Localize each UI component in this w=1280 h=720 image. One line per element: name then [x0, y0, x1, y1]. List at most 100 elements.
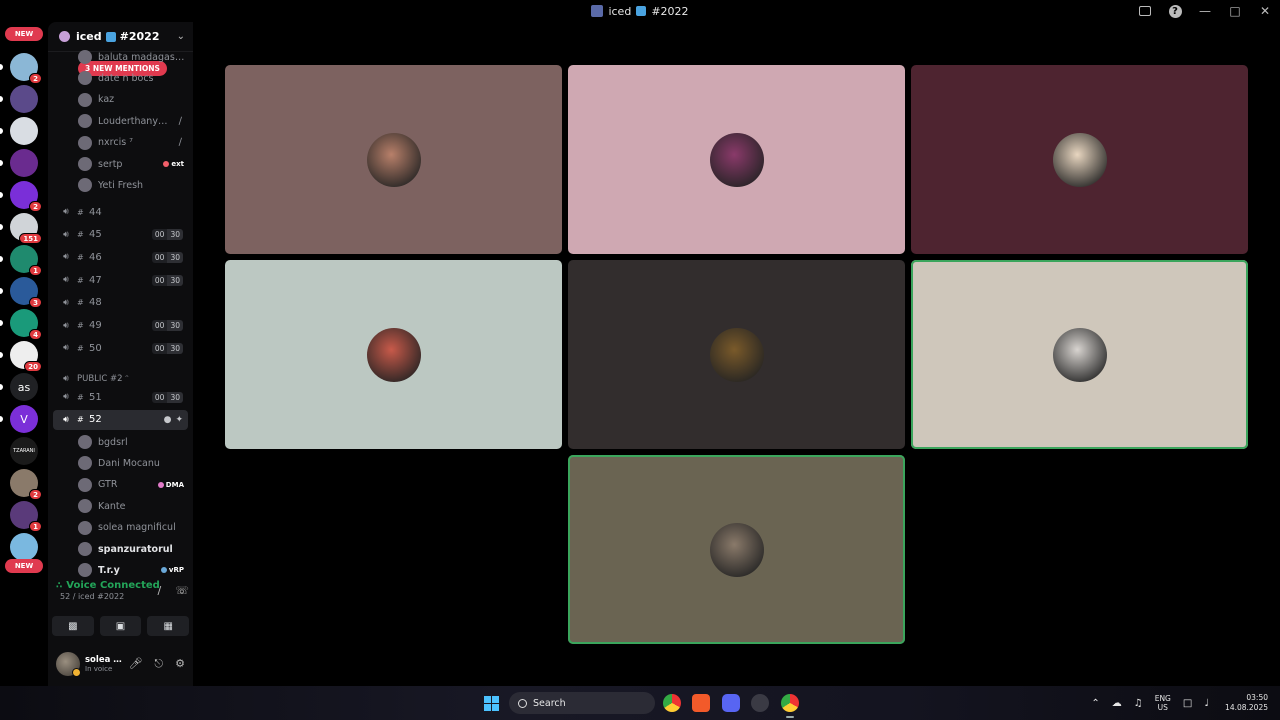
voice-user-row[interactable]: kaz — [53, 90, 188, 110]
participant-tile[interactable] — [911, 65, 1248, 254]
server-icon[interactable]: TZARANI — [10, 437, 38, 465]
server-icon[interactable]: 1 — [10, 501, 42, 532]
voice-user-row[interactable]: GTR DMA — [53, 475, 188, 495]
voice-channel-52[interactable]: 🔊︎ #52 ● ✦ — [53, 409, 188, 430]
user-avatar — [78, 135, 92, 150]
user-name: Dani Mocanu — [98, 457, 160, 469]
chrome-active-taskbar-icon[interactable] — [781, 694, 799, 718]
activity-button[interactable]: ▦ — [147, 616, 190, 636]
server-icon[interactable]: 2 — [10, 181, 42, 212]
headphones-icon[interactable]: ⎋ — [154, 657, 163, 671]
server-icon[interactable] — [10, 85, 38, 113]
chevron-down-icon[interactable]: ⌄ — [177, 31, 185, 42]
server-icon[interactable]: 3 — [10, 277, 42, 308]
cloud-icon[interactable]: ☁ — [1112, 698, 1122, 709]
voice-user-row[interactable]: sertp ext — [53, 154, 188, 174]
voice-user-row[interactable]: nxrcis ⁷ ∕ — [53, 133, 188, 153]
voice-channel-44[interactable]: 🔊︎ #44 — [53, 202, 188, 222]
participant-tile[interactable] — [911, 260, 1248, 449]
deafened-icon: ∕ — [178, 137, 182, 149]
participant-tile[interactable] — [225, 260, 562, 449]
camera-off-button[interactable]: ▩ — [52, 616, 94, 636]
voice-user-row[interactable]: spanzuratorul — [53, 539, 188, 559]
chrome-taskbar-icon[interactable] — [663, 694, 681, 712]
screen-share-button[interactable]: ▣ — [99, 616, 142, 636]
category-public-2[interactable]: 🔊︎ PUBLIC #2 ᵔ — [53, 369, 188, 389]
voice-channel-path[interactable]: 52 / iced — [60, 592, 95, 601]
voice-channel-45[interactable]: 🔊︎ #45 00 30 — [53, 225, 188, 245]
voice-channel-47[interactable]: 🔊︎ #47 00 30 — [53, 270, 188, 290]
voice-connection-panel: ∴ Voice Connected 52 / iced #2022 ∕ ☏ ▩ … — [52, 580, 190, 642]
help-icon[interactable]: ? — [1160, 0, 1190, 22]
server-icon[interactable] — [10, 117, 38, 145]
user-name: nxrcis ⁷ — [98, 137, 133, 149]
voice-channel-50[interactable]: 🔊︎ #50 00 30 — [53, 338, 188, 358]
voice-channel-48[interactable]: 🔊︎ #48 — [53, 293, 188, 313]
server-icon[interactable]: 151 — [10, 213, 42, 244]
user-name: bgdsrl — [98, 436, 128, 448]
voice-status-text[interactable]: Voice Connected — [66, 580, 160, 591]
inbox-icon[interactable] — [1130, 0, 1160, 22]
new-unreads-pill-bottom[interactable]: NEW — [5, 559, 43, 573]
hash-icon: # — [77, 321, 84, 330]
server-icon[interactable]: 2 — [10, 53, 42, 84]
windows-start-icon[interactable] — [484, 696, 499, 711]
voice-user-row[interactable]: solea magnificul — [53, 518, 188, 538]
mention-badge: 1 — [29, 265, 42, 276]
brave-taskbar-icon[interactable] — [692, 694, 710, 712]
server-icon[interactable]: as — [10, 373, 38, 401]
voice-channel-46[interactable]: 🔊︎ #46 00 30 — [53, 247, 188, 267]
invite-user-icon[interactable]: ✦ — [175, 415, 183, 425]
server-icon[interactable]: 1 — [10, 245, 42, 276]
new-unreads-pill-top[interactable]: NEW — [5, 27, 43, 41]
channel-icon — [591, 5, 604, 17]
search-icon — [518, 698, 527, 708]
voice-user-row[interactable]: Louderthanyo... ∕ — [53, 111, 188, 131]
settings-gear-icon[interactable]: ⚙ — [175, 657, 185, 671]
microphone-icon[interactable]: 🎤︎ — [128, 657, 142, 671]
maximize-button[interactable]: □ — [1220, 0, 1250, 22]
server-icon[interactable]: 20 — [10, 341, 42, 372]
participant-tile[interactable] — [225, 65, 562, 254]
server-icon[interactable]: V — [10, 405, 38, 433]
voice-user-row[interactable]: T.r.y vRP — [53, 560, 188, 580]
voice-user-row[interactable]: bgdsrl — [53, 432, 188, 452]
participant-tile[interactable] — [568, 65, 905, 254]
voice-user-row[interactable]: date n bocs — [53, 68, 188, 88]
voice-channel-49[interactable]: 🔊︎ #49 00 30 — [53, 316, 188, 336]
language-indicator[interactable]: ENG US — [1155, 694, 1171, 712]
disconnect-icon[interactable]: ☏ — [175, 584, 189, 597]
voice-user-row[interactable]: Yeti Fresh — [53, 175, 188, 195]
channel-name: 45 — [89, 229, 102, 241]
voice-channel-51[interactable]: 🔊︎ #51 00 30 — [53, 387, 188, 407]
noise-suppression-icon[interactable]: ∕ — [158, 584, 162, 597]
channel-name: 49 — [89, 320, 102, 331]
minimize-button[interactable]: — — [1190, 0, 1220, 22]
server-icon[interactable]: 2 — [10, 469, 42, 500]
unread-indicator — [0, 160, 3, 166]
microphone-tray-icon[interactable]: ♫ — [1134, 698, 1143, 709]
server-icon[interactable]: 4 — [10, 309, 42, 340]
voice-user-row[interactable]: Kante — [53, 496, 188, 516]
user-avatar[interactable] — [56, 652, 81, 677]
network-icon[interactable]: □ — [1183, 698, 1192, 709]
participant-avatar — [1052, 132, 1107, 187]
volume-icon[interactable]: ♩ — [1204, 698, 1209, 709]
chat-bubble-icon[interactable]: ● — [164, 415, 172, 425]
voice-user-row[interactable]: Dani Mocanu — [53, 453, 188, 473]
clan-tag-icon — [163, 161, 170, 167]
participant-avatar — [709, 132, 764, 187]
server-icon[interactable] — [10, 149, 38, 177]
taskbar-search[interactable]: Search — [509, 692, 655, 714]
close-button[interactable]: ✕ — [1250, 0, 1280, 22]
server-icon[interactable] — [10, 533, 38, 561]
steam-taskbar-icon[interactable] — [751, 694, 769, 712]
participant-tile[interactable] — [568, 455, 905, 644]
voice-user-row[interactable]: baluta madagaskar — [53, 47, 188, 67]
chevron-up-icon[interactable]: ⌃ — [1091, 698, 1099, 709]
discord-taskbar-icon[interactable] — [722, 694, 740, 712]
user-avatar — [78, 456, 92, 471]
participant-tile[interactable] — [568, 260, 905, 449]
clock[interactable]: 03:50 14.08.2025 — [1225, 693, 1268, 713]
user-limit-badge: 00 30 — [151, 391, 183, 403]
